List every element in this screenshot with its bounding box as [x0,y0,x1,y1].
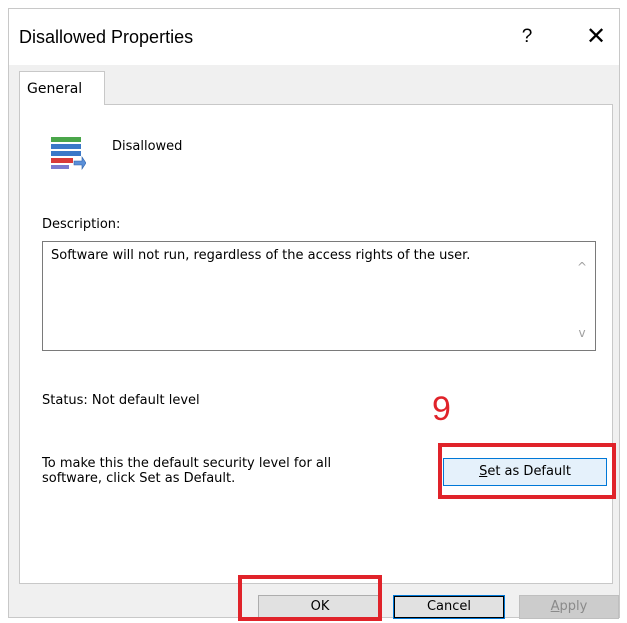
tab-general[interactable]: General [19,71,105,105]
title-bar: Disallowed Properties ? ✕ [9,9,619,65]
general-panel: Disallowed Description: Software will no… [19,104,616,584]
cancel-button[interactable]: Cancel [393,595,505,619]
status-text: Status: Not default level [42,393,200,408]
tab-general-label: General [27,81,83,97]
cancel-label: Cancel [426,599,472,614]
security-level-icon [50,135,87,171]
scroll-down-icon[interactable]: v [575,326,589,340]
set-default-highlight [438,443,616,499]
callout-number: 9 [432,390,451,428]
description-textbox[interactable]: Software will not run, regardless of the… [42,241,596,351]
description-text: Software will not run, regardless of the… [51,248,471,263]
instructions-text: To make this the default security level … [42,456,332,486]
apply-label: pply [559,599,588,614]
description-label: Description: [42,217,121,232]
help-button[interactable]: ? [513,23,541,51]
properties-dialog: Disallowed Properties ? ✕ General Disall… [8,8,620,619]
scroll-up-icon[interactable]: ^ [575,260,589,274]
ok-highlight [238,575,382,621]
apply-button[interactable]: Apply [519,595,619,619]
close-button[interactable]: ✕ [581,23,611,51]
apply-accesskey: A [550,599,560,614]
level-name: Disallowed [112,139,183,154]
dialog-title: Disallowed Properties [19,27,194,47]
